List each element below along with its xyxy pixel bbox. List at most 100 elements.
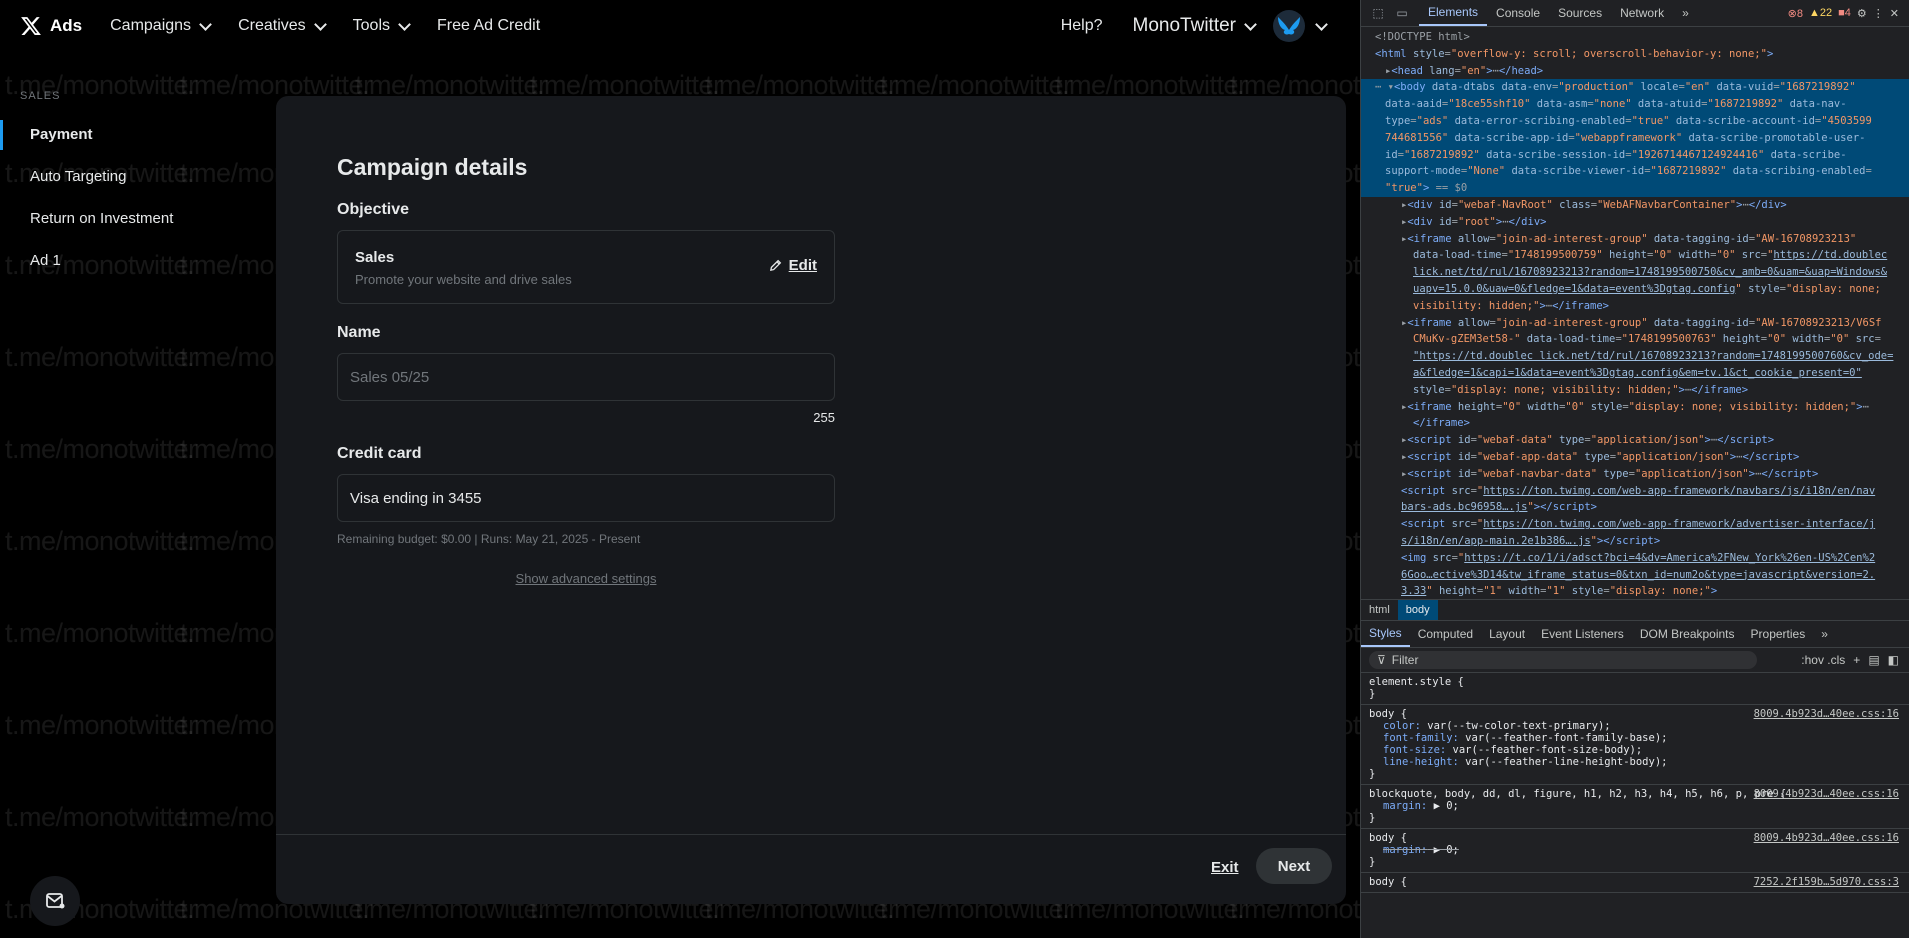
top-nav: Ads Campaigns Creatives Tools Free Ad Cr…	[0, 0, 1360, 52]
remaining-budget: Remaining budget: $0.00 | Runs: May 21, …	[337, 532, 641, 546]
tab-event-listeners[interactable]: Event Listeners	[1533, 621, 1632, 647]
style-rule[interactable]: body {8009.4b923d…40ee.css:16 margin: ▶ 0…	[1361, 829, 1909, 873]
objective-subtitle: Promote your website and drive sales	[355, 272, 572, 287]
rule-source-link[interactable]: 8009.4b923d…40ee.css:16	[1754, 832, 1899, 844]
sidebar-item-roi[interactable]: Return on Investment	[0, 198, 200, 240]
more-tabs-icon[interactable]: »	[1673, 0, 1698, 26]
rule-source-link[interactable]: 8009.4b923d…40ee.css:16	[1754, 708, 1899, 720]
rule-close: }	[1369, 768, 1376, 780]
campaign-panel: Campaign details Objective Sales Promote…	[276, 96, 1346, 904]
warning-icon: ▲	[1808, 7, 1820, 19]
nav-label: Tools	[352, 17, 390, 34]
nav-campaigns[interactable]: Campaigns	[110, 17, 212, 35]
sidebar-item-ad-1[interactable]: Ad 1	[0, 240, 200, 282]
brand-logo[interactable]: Ads	[20, 15, 82, 37]
device-toggle-icon[interactable]: ▭	[1395, 6, 1409, 20]
sidebar-item-payment[interactable]: Payment	[0, 114, 200, 156]
chevron-down-icon[interactable]	[1315, 17, 1328, 31]
sidebar-toggle-icon[interactable]: ◧	[1888, 653, 1899, 667]
rule-source-link[interactable]: 7252.2f159b…5d970.css:3	[1754, 876, 1899, 888]
help-link[interactable]: Help?	[1061, 17, 1103, 35]
objective-label: Objective	[337, 201, 410, 218]
chevron-down-icon	[199, 17, 212, 31]
next-button[interactable]: Next	[1256, 848, 1332, 884]
credit-card-label: Credit card	[337, 445, 422, 462]
nav-creatives[interactable]: Creatives	[238, 17, 327, 35]
campaign-name-input[interactable]: Sales 05/25	[337, 353, 835, 401]
add-rule-icon[interactable]: +	[1853, 653, 1860, 667]
breadcrumb: html body	[1361, 599, 1909, 621]
tab-computed[interactable]: Computed	[1410, 621, 1481, 647]
gear-icon[interactable]: ⚙	[1857, 7, 1867, 20]
rule-property[interactable]: margin: ▶ 0;	[1369, 800, 1899, 812]
chevron-down-icon	[313, 17, 327, 31]
filter-placeholder: Filter	[1391, 653, 1419, 667]
tab-elements[interactable]: Elements	[1419, 0, 1488, 26]
computed-toggle-icon[interactable]: ▤	[1868, 653, 1879, 667]
name-char-counter: 255	[813, 410, 835, 425]
chevron-down-icon	[1244, 17, 1257, 31]
rule-property[interactable]: line-height: var(--feather-line-height-b…	[1369, 756, 1899, 768]
messages-button[interactable]	[30, 876, 80, 926]
watermark-text: t.me/monotwitter	[5, 802, 197, 832]
rule-source-link[interactable]: 8009.4b923d…40ee.css:16	[1754, 788, 1899, 800]
hov-cls-toggles[interactable]: :hov .cls	[1801, 653, 1845, 667]
watermark-text: t.me/monotwitter	[5, 618, 197, 648]
exit-button[interactable]: Exit	[1211, 859, 1239, 876]
nav-label: Free Ad Credit	[437, 17, 541, 34]
sidebar-heading: SALES	[20, 90, 61, 102]
rule-property[interactable]: margin: ▶ 0;	[1369, 844, 1899, 856]
rule-property[interactable]: color: var(--tw-color-text-primary);	[1369, 720, 1899, 732]
watermark-text: t.me/monotwitter	[5, 526, 197, 556]
credit-card-select[interactable]: Visa ending in 3455	[337, 474, 835, 522]
issue-icon: ■	[1838, 7, 1845, 19]
rule-property[interactable]: font-size: var(--feather-font-size-body)…	[1369, 744, 1899, 756]
tab-network[interactable]: Network	[1611, 0, 1673, 26]
crumb-body[interactable]: body	[1397, 600, 1438, 620]
avatar[interactable]	[1273, 10, 1305, 42]
account-name: MonoTwitter	[1132, 15, 1236, 36]
tab-dom-breakpoints[interactable]: DOM Breakpoints	[1632, 621, 1743, 647]
styles-filter-input[interactable]: ⊽ Filter	[1369, 651, 1757, 669]
rule-property[interactable]: font-family: var(--feather-font-family-b…	[1369, 732, 1899, 744]
sidebar: SALES Payment Auto Targeting Return on I…	[0, 90, 200, 282]
tab-console[interactable]: Console	[1487, 0, 1549, 26]
dom-tree[interactable]: <!DOCTYPE html> <html style="overflow-y:…	[1361, 27, 1909, 599]
issue-count: ■4	[1838, 7, 1851, 19]
tab-styles[interactable]: Styles	[1361, 621, 1410, 647]
styles-filter-bar: ⊽ Filter :hov .cls + ▤ ◧	[1361, 648, 1909, 673]
crumb-html[interactable]: html	[1361, 600, 1398, 620]
style-rule[interactable]: body {8009.4b923d…40ee.css:16 color: var(…	[1361, 705, 1909, 785]
tab-properties[interactable]: Properties	[1743, 621, 1814, 647]
panel-footer-divider	[276, 834, 1346, 835]
edit-label: Edit	[788, 257, 817, 274]
close-icon[interactable]: ✕	[1890, 7, 1899, 20]
devtools-panel: ⬚ ▭ Elements Console Sources Network » ⊗…	[1360, 0, 1909, 938]
show-advanced-settings-link[interactable]: Show advanced settings	[337, 571, 835, 586]
style-rule[interactable]: body {7252.2f159b…5d970.css:3	[1361, 873, 1909, 893]
nav-label: Creatives	[238, 17, 306, 34]
error-count: ⊗8	[1787, 7, 1803, 20]
inspect-icon[interactable]: ⬚	[1371, 6, 1385, 20]
nav-label: Campaigns	[110, 17, 192, 34]
edit-objective-button[interactable]: Edit	[769, 257, 817, 274]
more-tabs-icon[interactable]: »	[1813, 621, 1836, 647]
style-rule[interactable]: blockquote, body, dd, dl, figure, h1, h2…	[1361, 785, 1909, 829]
watermark-text: t.me/monotwitter	[5, 434, 197, 464]
sidebar-item-auto-targeting[interactable]: Auto Targeting	[0, 156, 200, 198]
objective-card: Sales Promote your website and drive sal…	[337, 230, 835, 304]
style-rule[interactable]: element.style {}	[1361, 673, 1909, 705]
name-label: Name	[337, 324, 381, 341]
tab-sources[interactable]: Sources	[1549, 0, 1611, 26]
tab-layout[interactable]: Layout	[1481, 621, 1533, 647]
nav-free-ad-credit[interactable]: Free Ad Credit	[437, 17, 540, 35]
filter-icon: ⊽	[1377, 653, 1386, 667]
nav-tools[interactable]: Tools	[352, 17, 411, 35]
kebab-menu-icon[interactable]: ⋮	[1873, 7, 1884, 20]
watermark-text: t.me/monotwitter	[5, 342, 197, 372]
issue-badges[interactable]: ⊗8 ▲22 ■4 ⚙ ⋮ ✕	[1788, 7, 1899, 20]
account-switcher[interactable]: MonoTwitter	[1132, 15, 1257, 37]
warning-count: ▲22	[1808, 7, 1833, 19]
chevron-down-icon	[398, 17, 411, 31]
page-title: Campaign details	[337, 154, 528, 180]
